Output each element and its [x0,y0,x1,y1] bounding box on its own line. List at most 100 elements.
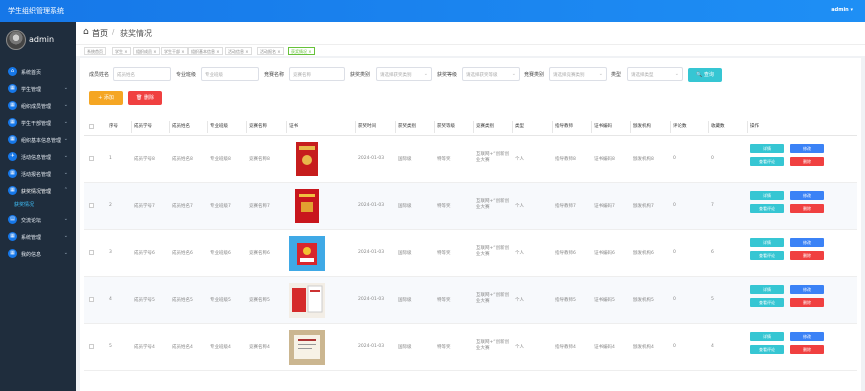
top-bar: 学生组织管理系统 admin ▾ [0,0,865,22]
main: ⌂ 首页 / 获奖情况 系统首页 学生 × 组织成员 × 学生干部 × 组织基本信息 ×… [76,22,865,391]
detail-button[interactable]: 详情 [750,238,784,247]
sidebar-item-1[interactable]: ⌂ 系统首页 [0,65,76,79]
tab-1[interactable]: 系统首页 [84,47,106,55]
detail-button[interactable]: 详情 [750,285,784,294]
cell-sid: 成员学号7 [134,204,155,209]
certificate-image[interactable] [289,141,325,178]
cell-code: 证书编码7 [594,204,615,209]
cell-level: 特等奖 [437,345,451,350]
add-button[interactable]: + 添加 [89,91,123,105]
row-checkbox[interactable] [89,203,94,208]
sidebar-item-3[interactable]: ▦ 组织成员管理 ⌄ [0,99,76,113]
tab-7[interactable]: 活动报名 × [257,47,284,55]
edit-button[interactable]: 修改 [790,144,824,153]
batch-delete-button[interactable]: 🗑 删除 [128,91,162,105]
chevron-down-icon: ⌄ [674,71,679,77]
row-checkbox[interactable] [89,156,94,161]
certificate-image[interactable] [289,188,325,225]
sidebar-menu: ⌂ 系统首页 ▦ 学生管理 ⌄ ▦ 组织成员管理 ⌄ ▦ 学生干部管理 ⌄ ▦ 组织基本信息管理 ⌄ ✈ 活动… [0,65,76,261]
cell-teacher: 指导教师7 [555,204,576,209]
certificate-image[interactable] [289,329,325,366]
column-divider [473,121,474,133]
row-checkbox[interactable] [89,344,94,349]
menu-icon: ✈ [8,152,17,161]
page-header: ⌂ 首页 / 获奖情况 [76,22,865,44]
filter-label: 竞赛名称 [264,72,285,78]
edit-button[interactable]: 修改 [790,285,824,294]
view-comments-button[interactable]: 查看评论 [750,251,784,260]
menu-icon: ▦ [8,169,17,178]
sidebar-subitem-label: 获奖情况 [14,202,35,208]
delete-button[interactable]: 删除 [790,345,824,354]
chevron-icon: ⌄ [63,250,68,256]
select-all-checkbox[interactable] [89,124,94,129]
cell-level: 特等奖 [437,157,451,162]
user-menu[interactable]: admin ▾ [831,7,853,13]
chevron-icon: ⌄ [63,85,68,91]
filter-select[interactable]: 请选择竞赛类别 ⌄ [549,67,607,81]
certificate-image[interactable] [289,282,325,319]
filter-input[interactable]: 专业班级 [201,67,259,81]
filter-label: 获奖类别 [350,72,371,78]
row-checkbox[interactable] [89,297,94,302]
view-comments-button[interactable]: 查看评论 [750,298,784,307]
view-comments-button[interactable]: 查看评论 [750,204,784,213]
sidebar-item-6[interactable]: ✈ 活动信息管理 ⌄ [0,150,76,164]
filter-row: 成员姓名 成员姓名 专业班级 专业班级 竞赛名称 竞赛名称 获奖类别 请选择获奖类别 ⌄ 获奖等级… [80,66,861,82]
column-divider [591,121,592,133]
sidebar-item-2[interactable]: ▦ 学生管理 ⌄ [0,82,76,96]
menu-icon: ▤ [8,215,17,224]
view-comments-button[interactable]: 查看评论 [750,345,784,354]
sidebar-item-7[interactable]: ▦ 活动报名管理 ⌄ [0,167,76,181]
delete-button[interactable]: 删除 [790,157,824,166]
cell-favs: 7 [711,203,714,208]
tab-4[interactable]: 学生干部 × [161,47,188,55]
delete-button[interactable]: 删除 [790,298,824,307]
sidebar-item-9[interactable]: ▤ 交流论坛 ⌄ [0,213,76,227]
sidebar-item-5[interactable]: ▦ 组织基本信息管理 ⌄ [0,133,76,147]
cell-org: 颁发机构6 [633,251,654,256]
home-icon[interactable]: ⌂ [83,27,89,37]
tab-8[interactable]: 获奖情况 × [288,47,315,55]
sidebar-item-10[interactable]: ▦ 系统管理 ⌄ [0,230,76,244]
cell-type: 个人 [515,251,524,256]
avatar[interactable] [6,30,26,50]
cell-name: 成员姓名4 [172,345,193,350]
query-button[interactable]: 🔍 查询 [688,68,722,82]
sidebar-item-11[interactable]: ▦ 我的信息 ⌄ [0,247,76,261]
detail-button[interactable]: 详情 [750,144,784,153]
filter-select[interactable]: 请选择获奖类别 ⌄ [376,67,432,81]
tab-5[interactable]: 组织基本信息 × [188,47,223,55]
sidebar-item-8[interactable]: ▦ 获奖情况管理 ⌃ [0,184,76,198]
edit-button[interactable]: 修改 [790,332,824,341]
menu-icon: ▦ [8,186,17,195]
content-panel: 成员姓名 成员姓名 专业班级 专业班级 竞赛名称 竞赛名称 获奖类别 请选择获奖类别 ⌄ 获奖等级… [80,58,861,391]
filter-placeholder: 请选择竞赛类别 [553,73,585,78]
tab-2[interactable]: 学生 × [112,47,131,55]
certificate-image[interactable] [289,235,325,272]
filter-select[interactable]: 请选择类型 ⌄ [627,67,683,81]
tab-3[interactable]: 组织成员 × [133,47,160,55]
filter-input[interactable]: 竞赛名称 [289,67,345,81]
filter-select[interactable]: 请选择获奖等级 ⌄ [462,67,520,81]
chevron-icon: ⌄ [63,102,68,108]
edit-button[interactable]: 修改 [790,191,824,200]
delete-button[interactable]: 删除 [790,204,824,213]
edit-button[interactable]: 修改 [790,238,824,247]
sidebar-subitem-awards[interactable]: 获奖情况 [0,198,76,210]
cell-code: 证书编码6 [594,251,615,256]
tab-6[interactable]: 活动信息 × [225,47,252,55]
column-divider [747,121,748,133]
profile: admin [0,22,76,62]
filter-placeholder: 成员姓名 [117,73,135,78]
filter-input[interactable]: 成员姓名 [113,67,171,81]
row-checkbox[interactable] [89,250,94,255]
delete-button[interactable]: 删除 [790,251,824,260]
sidebar-item-4[interactable]: ▦ 学生干部管理 ⌄ [0,116,76,130]
detail-button[interactable]: 详情 [750,191,784,200]
column-header: 证书 [289,124,298,129]
breadcrumb-home[interactable]: 首页 [92,28,108,39]
cell-org: 颁发机构5 [633,298,654,303]
view-comments-button[interactable]: 查看评论 [750,157,784,166]
detail-button[interactable]: 详情 [750,332,784,341]
